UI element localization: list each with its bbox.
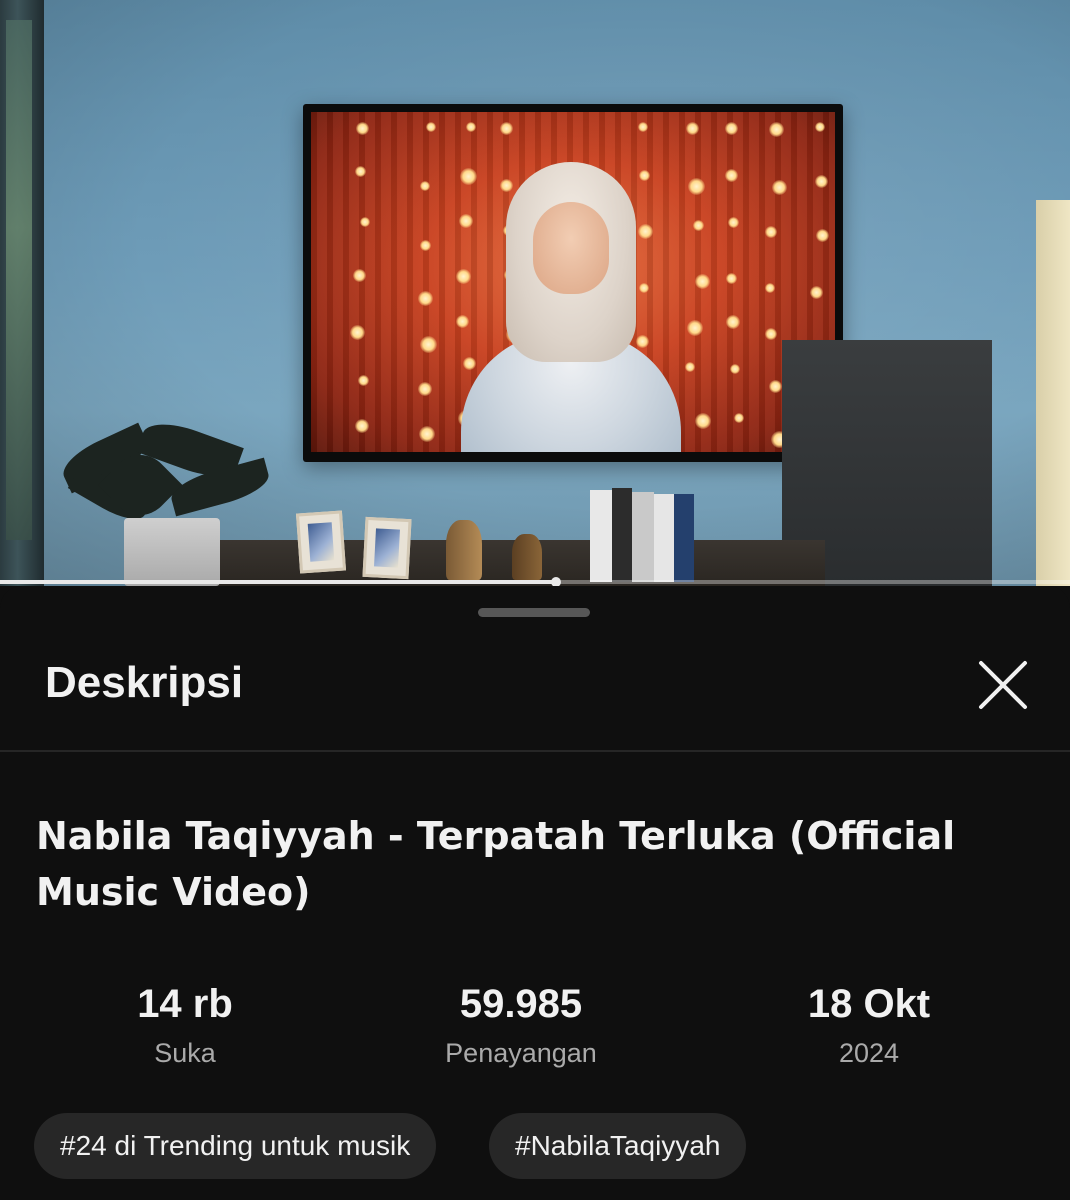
bokeh-light: [418, 291, 433, 306]
panel-title: Deskripsi: [45, 658, 244, 707]
progress-thumb[interactable]: [551, 577, 562, 586]
bokeh-light: [815, 175, 828, 188]
photo-frame: [362, 516, 412, 580]
bokeh-light: [695, 274, 710, 289]
bokeh-light: [686, 122, 699, 135]
description-panel: Deskripsi Nabila Taqiyyah - Terpatah Ter…: [0, 586, 1070, 1200]
video-progress-bar[interactable]: [0, 577, 1070, 586]
bokeh-light: [420, 336, 437, 353]
bokeh-light: [418, 382, 432, 396]
photo-frame: [295, 510, 347, 574]
video-title: Nabila Taqiyyah - Terpatah Terluka (Offi…: [36, 814, 956, 914]
bokeh-light: [688, 178, 705, 195]
bokeh-light: [725, 169, 738, 182]
bokeh-light: [815, 122, 825, 132]
bokeh-light: [810, 286, 823, 299]
bokeh-light: [726, 273, 737, 284]
bokeh-light: [419, 426, 435, 442]
close-icon: [979, 661, 1027, 709]
bokeh-light: [420, 240, 431, 251]
likes-count: 14 rb: [137, 982, 233, 1026]
bokeh-light: [693, 220, 704, 231]
tv-screen: [311, 112, 835, 452]
views-label: Penayangan: [445, 1038, 597, 1068]
bokeh-light: [350, 325, 365, 340]
bokeh-light: [360, 217, 370, 227]
bokeh-light: [725, 122, 738, 135]
bokeh-light: [355, 166, 366, 177]
bokeh-light: [685, 362, 695, 372]
drag-handle[interactable]: [478, 608, 590, 617]
bokeh-light: [687, 320, 703, 336]
vase: [446, 520, 482, 580]
shelf: [1036, 200, 1070, 586]
bokeh-light: [765, 226, 777, 238]
close-button[interactable]: [968, 656, 1038, 716]
bokeh-light: [358, 375, 369, 386]
bokeh-light: [816, 229, 829, 242]
publish-date: 18 Okt: [807, 982, 931, 1026]
panel-header: Deskripsi: [0, 642, 1070, 752]
bokeh-light: [695, 413, 711, 429]
bokeh-light: [728, 217, 739, 228]
progress-fill: [0, 580, 557, 584]
stat-views: 59.985 Penayangan: [371, 978, 671, 1076]
bokeh-light: [734, 413, 744, 423]
bokeh-light: [356, 122, 369, 135]
bokeh-light: [355, 419, 369, 433]
likes-label: Suka: [154, 1038, 216, 1068]
bokeh-light: [730, 364, 740, 374]
bokeh-light: [466, 122, 476, 132]
vase: [512, 534, 542, 580]
bokeh-light: [765, 328, 777, 340]
television: [303, 104, 843, 462]
bokeh-light: [726, 315, 740, 329]
bokeh-light: [638, 122, 648, 132]
publish-year: 2024: [838, 1038, 900, 1068]
bokeh-light: [769, 380, 782, 393]
stat-date: 18 Okt 2024: [719, 978, 1019, 1076]
bokeh-light: [772, 180, 787, 195]
bokeh-light: [500, 122, 513, 135]
chip-hashtag[interactable]: #NabilaTaqiyyah: [489, 1113, 747, 1179]
views-count: 59.985: [459, 982, 583, 1026]
bokeh-light: [420, 181, 430, 191]
bokeh-light: [353, 269, 366, 282]
window-frame: [0, 0, 44, 586]
singer-figure: [461, 162, 681, 452]
bokeh-light: [765, 283, 775, 293]
bokeh-light: [769, 122, 784, 137]
bokeh-light: [426, 122, 436, 132]
chip-trending[interactable]: #24 di Trending untuk musik: [34, 1113, 437, 1179]
video-player[interactable]: [0, 0, 1070, 586]
stat-likes: 14 rb Suka: [35, 978, 335, 1076]
video-stats: 14 rb Suka 59.985 Penayangan 18 Okt 2024: [0, 978, 1070, 1088]
